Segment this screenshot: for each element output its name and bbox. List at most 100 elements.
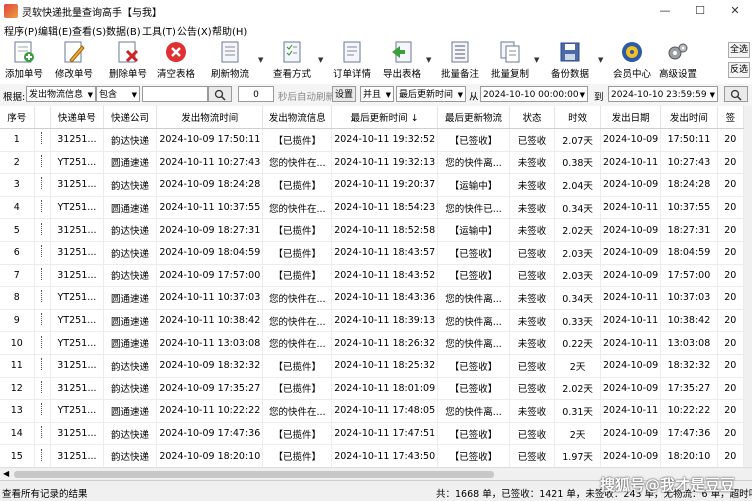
column-header[interactable]: 发出日期: [600, 106, 662, 129]
title-bar: 灵软快递批量查询高手【与我】 — ☐ ✕: [0, 0, 752, 22]
menu-help[interactable]: 帮助(H): [212, 23, 247, 38]
select-all-button[interactable]: 全选: [728, 42, 750, 58]
table-cell: 0.31天: [554, 399, 601, 423]
table-cell: 未签收: [509, 309, 556, 333]
from-date-picker[interactable]: 2024-10-10 00:00:00 ▼: [480, 86, 588, 102]
column-header[interactable]: [34, 106, 52, 129]
menu-edit[interactable]: 编辑(E): [38, 23, 72, 38]
table-header: 序号 快递单号 快递公司 发出物流时间 发出物流信息 最后更新时间 ↓ 最后更新物流 状态 时效…: [0, 106, 744, 129]
backup-dropdown-icon[interactable]: ▼: [598, 56, 603, 64]
column-header[interactable]: 签: [717, 106, 744, 129]
invert-selection-button[interactable]: 反选: [728, 62, 750, 78]
table-row[interactable]: 11 31251... 韵达快递 2024-10-09 18:32:32 【已揽件】 20…: [0, 354, 744, 378]
table-cell: 2024-10-09 18:24:28: [156, 173, 264, 197]
vertical-scrollbar[interactable]: [744, 106, 752, 467]
interval-input[interactable]: 0: [238, 86, 274, 102]
table-cell: 31251...: [50, 377, 104, 401]
table-row[interactable]: 8 YT251... 圆通速递 2024-10-11 10:37:03 您的快件在...…: [0, 286, 744, 310]
batch-note-button[interactable]: 批量备注: [438, 40, 482, 80]
menu-notice[interactable]: 公告(X): [177, 23, 212, 38]
time-field-select[interactable]: 最后更新时间 ▼: [396, 86, 466, 102]
table-row[interactable]: 1 31251... 韵达快递 2024-10-09 17:50:11 【已揽件】 202…: [0, 128, 744, 152]
table-cell: 2024-10-11 10:38:42: [156, 309, 264, 333]
table-cell: 20: [717, 128, 744, 152]
column-header[interactable]: 最后更新物流: [437, 106, 510, 129]
menu-data[interactable]: 数据(B): [106, 23, 141, 38]
menu-tools[interactable]: 工具(T): [142, 23, 176, 38]
table-row[interactable]: 3 31251... 韵达快递 2024-10-09 18:24:28 【已揽件】 202…: [0, 173, 744, 197]
table-row[interactable]: 9 YT251... 圆通速递 2024-10-11 10:38:42 您的快件在...…: [0, 309, 744, 333]
table-row[interactable]: 4 YT251... 圆通速递 2024-10-11 10:37:55 您的快件在...…: [0, 196, 744, 220]
view-dropdown-icon[interactable]: ▼: [318, 56, 323, 64]
horizontal-scroll-thumb[interactable]: [14, 471, 494, 478]
column-header[interactable]: 发出时间: [660, 106, 718, 129]
member-center-button[interactable]: 会员中心: [610, 40, 654, 80]
refresh-dropdown-icon[interactable]: ▼: [258, 56, 263, 64]
order-detail-button[interactable]: 订单详情: [330, 40, 374, 80]
field-select[interactable]: 发出物流信息 ▼: [26, 86, 96, 102]
to-date-picker[interactable]: 2024-10-10 23:59:59 ▼: [608, 86, 718, 102]
minimize-button[interactable]: —: [650, 2, 680, 20]
table-row[interactable]: 10 YT251... 圆通速递 2024-10-11 13:03:08 您的快件在..…: [0, 331, 744, 355]
settings-button[interactable]: 设置: [332, 86, 356, 102]
maximize-button[interactable]: ☐: [685, 2, 715, 20]
add-number-label: 添加单号: [4, 69, 43, 80]
export-table-button[interactable]: 导出表格: [380, 40, 424, 80]
table-cell: 已签收: [509, 128, 556, 152]
edit-number-button[interactable]: 修改单号: [52, 40, 96, 80]
table-cell: 20: [717, 151, 744, 175]
search-button[interactable]: [208, 86, 232, 102]
table-cell: 【已签收】: [437, 241, 510, 265]
table-row[interactable]: 6 31251... 韵达快递 2024-10-09 18:04:59 【已揽件】 202…: [0, 241, 744, 265]
column-header[interactable]: 最后更新时间 ↓: [331, 106, 439, 129]
table-cell: 7: [0, 264, 35, 288]
table-cell: 8: [0, 286, 35, 310]
table-cell: 已签收: [509, 377, 556, 401]
table-cell: 圆通速递: [103, 151, 158, 175]
close-button[interactable]: ✕: [720, 2, 750, 20]
clear-table-button[interactable]: 清空表格: [154, 40, 198, 80]
column-header[interactable]: 发出物流信息: [262, 106, 333, 129]
table-row[interactable]: 14 31251... 韵达快递 2024-10-09 17:47:36 【已揽件】 20…: [0, 422, 744, 446]
table-cell: 【已揽件】: [262, 422, 333, 446]
delete-number-button[interactable]: 删除单号: [106, 40, 150, 80]
table-cell: [34, 128, 52, 152]
menu-bar: 程序(P) 编辑(E) 查看(S) 数据(B) 工具(T) 公告(X) 帮助(H…: [0, 22, 752, 38]
column-header[interactable]: 发出物流时间: [156, 106, 264, 129]
view-mode-button[interactable]: 查看方式: [270, 40, 314, 80]
search-icon: [214, 89, 226, 101]
refresh-logistics-button[interactable]: 刷新物流: [208, 40, 252, 80]
table-row[interactable]: 13 YT251... 圆通速递 2024-10-11 10:22:22 您的快件在..…: [0, 399, 744, 423]
calendar-dropdown-icon: ▼: [579, 91, 585, 99]
search-icon: [730, 89, 742, 101]
match-select[interactable]: 包含 ▼: [96, 86, 140, 102]
table-row[interactable]: 15 31251... 韵达快递 2024-10-09 18:20:10 【已揽件】 20…: [0, 444, 744, 467]
date-search-button[interactable]: [724, 86, 748, 102]
table-row[interactable]: 7 31251... 韵达快递 2024-10-09 17:57:00 【已揽件】 202…: [0, 264, 744, 288]
table-cell: 17:47:36: [660, 422, 718, 446]
menu-view[interactable]: 查看(S): [72, 23, 106, 38]
logic-select[interactable]: 并且 ▼: [360, 86, 394, 102]
batch-copy-button[interactable]: 批量复制: [488, 40, 532, 80]
add-number-button[interactable]: 添加单号: [2, 40, 46, 80]
table-row[interactable]: 2 YT251... 圆通速递 2024-10-11 10:27:43 您的快件在...…: [0, 151, 744, 175]
export-dropdown-icon[interactable]: ▼: [426, 56, 431, 64]
keyword-input[interactable]: [142, 86, 208, 102]
backup-data-button[interactable]: 备份数据: [548, 40, 592, 80]
column-header[interactable]: 序号: [0, 106, 35, 129]
table-row[interactable]: 5 31251... 韵达快递 2024-10-09 18:27:31 【已揽件】 202…: [0, 218, 744, 242]
column-header[interactable]: 快递公司: [103, 106, 158, 129]
menu-program[interactable]: 程序(P): [4, 23, 38, 38]
scroll-left-icon[interactable]: ◀: [3, 469, 9, 478]
column-header[interactable]: 快递单号: [50, 106, 104, 129]
table-cell: 6: [0, 241, 35, 265]
table-cell: 2024-10-09 17:35:27: [156, 377, 264, 401]
copy-dropdown-icon[interactable]: ▼: [534, 56, 539, 64]
table-cell: 未签收: [509, 218, 556, 242]
table-row[interactable]: 12 31251... 韵达快递 2024-10-09 17:35:27 【已揽件】 20…: [0, 377, 744, 401]
advanced-settings-button[interactable]: 高级设置: [656, 40, 700, 80]
column-header[interactable]: 时效: [554, 106, 601, 129]
column-header[interactable]: 状态: [509, 106, 556, 129]
table-cell: 18:24:28: [660, 173, 718, 197]
table-cell: 韵达快递: [103, 173, 158, 197]
